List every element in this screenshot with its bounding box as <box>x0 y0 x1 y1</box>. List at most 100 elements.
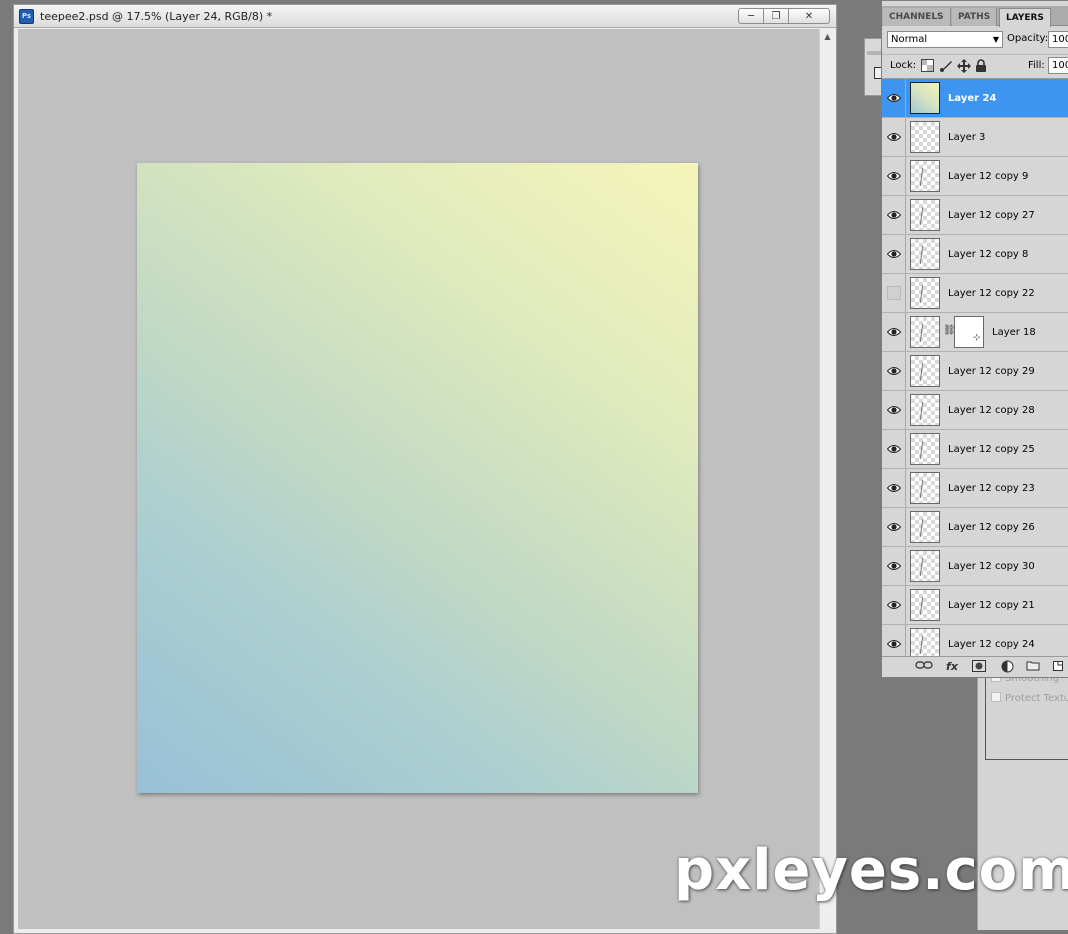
panel-grip[interactable] <box>867 51 881 55</box>
layer-thumbnail[interactable] <box>910 160 940 192</box>
eye-icon <box>887 445 901 453</box>
fill-label: Fill: <box>1028 60 1045 71</box>
layer-row[interactable]: Layer 12 copy 30 <box>882 547 1068 586</box>
visibility-toggle[interactable] <box>882 274 906 312</box>
layer-row[interactable]: ⛓ ⊹ Layer 18 <box>882 313 1068 352</box>
layer-row[interactable]: Layer 12 copy 8 <box>882 235 1068 274</box>
visibility-toggle[interactable] <box>882 196 906 234</box>
layer-row[interactable]: Layer 12 copy 25 <box>882 430 1068 469</box>
visibility-toggle[interactable] <box>882 313 906 351</box>
maximize-button[interactable]: ❐ <box>763 8 789 24</box>
thumbnail-stroke <box>919 207 924 225</box>
close-button[interactable]: ✕ <box>788 8 830 24</box>
layer-row[interactable]: Layer 12 copy 22 <box>882 274 1068 313</box>
visibility-toggle[interactable] <box>882 469 906 507</box>
layer-row[interactable]: Layer 24 <box>882 79 1068 118</box>
layer-row[interactable]: Layer 12 copy 28 <box>882 391 1068 430</box>
document-canvas[interactable] <box>137 163 698 793</box>
layer-thumbnail[interactable] <box>910 238 940 270</box>
visibility-toggle[interactable] <box>882 157 906 195</box>
eye-icon <box>887 484 901 492</box>
document-window[interactable]: Ps teepee2.psd @ 17.5% (Layer 24, RGB/8)… <box>13 4 837 934</box>
layer-name[interactable]: Layer 12 copy 8 <box>948 249 1028 260</box>
lock-transparency-icon[interactable] <box>921 59 935 73</box>
canvas-workspace[interactable] <box>18 29 819 929</box>
layer-name[interactable]: Layer 24 <box>948 93 996 104</box>
opacity-label: Opacity: <box>1007 33 1049 44</box>
visibility-toggle[interactable] <box>882 352 906 390</box>
tab-channels[interactable]: CHANNELS <box>883 8 951 26</box>
layer-name[interactable]: Layer 12 copy 21 <box>948 600 1035 611</box>
scroll-up-arrow-icon[interactable]: ▲ <box>820 32 835 42</box>
layer-row[interactable]: Layer 12 copy 23 <box>882 469 1068 508</box>
visibility-toggle[interactable] <box>882 118 906 156</box>
layer-list[interactable]: Layer 24 Layer 3 Layer 12 copy 9 Layer 12 c… <box>882 78 1068 656</box>
layer-thumbnail[interactable] <box>910 550 940 582</box>
layers-panel-footer: fx <box>882 656 1068 677</box>
tab-paths[interactable]: PATHS <box>952 8 998 26</box>
visibility-toggle[interactable] <box>882 547 906 585</box>
layer-row[interactable]: Layer 3 <box>882 118 1068 157</box>
new-group-folder-icon[interactable] <box>1025 660 1041 674</box>
layer-name[interactable]: Layer 12 copy 9 <box>948 171 1028 182</box>
layer-name[interactable]: Layer 12 copy 24 <box>948 639 1035 650</box>
minimize-button[interactable]: ─ <box>738 8 764 24</box>
layer-thumbnail[interactable] <box>910 628 940 656</box>
new-layer-icon[interactable] <box>1050 660 1066 674</box>
layer-row[interactable]: Layer 12 copy 27 <box>882 196 1068 235</box>
layer-row[interactable]: Layer 12 copy 9 <box>882 157 1068 196</box>
layer-name[interactable]: Layer 18 <box>992 327 1036 338</box>
layer-thumbnail[interactable] <box>910 316 940 348</box>
layers-panel: CHANNELS PATHS LAYERS Normal ▼ Opacity: … <box>881 0 1068 678</box>
protect-texture-checkbox[interactable] <box>991 692 1001 702</box>
visibility-toggle[interactable] <box>882 625 906 656</box>
layer-mask-thumbnail[interactable]: ⊹ <box>954 316 984 348</box>
visibility-toggle[interactable] <box>882 586 906 624</box>
layer-thumbnail[interactable] <box>910 121 940 153</box>
fill-input[interactable]: 100 <box>1048 57 1068 74</box>
lock-position-icon[interactable] <box>957 59 971 73</box>
visibility-toggle[interactable] <box>882 391 906 429</box>
link-layers-icon[interactable] <box>915 660 933 674</box>
layer-row[interactable]: Layer 12 copy 21 <box>882 586 1068 625</box>
layer-thumbnail[interactable] <box>910 199 940 231</box>
layer-row[interactable]: Layer 12 copy 26 <box>882 508 1068 547</box>
layer-thumbnail[interactable] <box>910 82 940 114</box>
lock-all-icon[interactable] <box>975 59 989 73</box>
hidden-layer-box[interactable] <box>887 286 901 300</box>
layer-name[interactable]: Layer 12 copy 25 <box>948 444 1035 455</box>
document-titlebar[interactable]: Ps teepee2.psd @ 17.5% (Layer 24, RGB/8)… <box>14 5 836 28</box>
layer-style-fx-icon[interactable]: fx <box>944 660 960 674</box>
layer-thumbnail[interactable] <box>910 472 940 504</box>
visibility-toggle[interactable] <box>882 508 906 546</box>
eye-icon <box>887 250 901 258</box>
visibility-toggle[interactable] <box>882 235 906 273</box>
layer-thumbnail[interactable] <box>910 589 940 621</box>
layer-name[interactable]: Layer 12 copy 29 <box>948 366 1035 377</box>
opacity-input[interactable]: 100 <box>1048 31 1068 48</box>
layer-name[interactable]: Layer 12 copy 22 <box>948 288 1035 299</box>
tab-layers[interactable]: LAYERS <box>999 8 1051 27</box>
visibility-toggle[interactable] <box>882 430 906 468</box>
layer-name[interactable]: Layer 12 copy 28 <box>948 405 1035 416</box>
layer-thumbnail[interactable] <box>910 277 940 309</box>
add-mask-icon[interactable] <box>971 660 987 674</box>
layer-name[interactable]: Layer 3 <box>948 132 985 143</box>
adjustment-layer-icon[interactable] <box>999 660 1015 674</box>
blend-mode-select[interactable]: Normal ▼ <box>887 31 1003 48</box>
layer-thumbnail[interactable] <box>910 355 940 387</box>
eye-icon <box>887 172 901 180</box>
layer-name[interactable]: Layer 12 copy 26 <box>948 522 1035 533</box>
vertical-scrollbar[interactable]: ▲ <box>819 29 835 929</box>
layer-name[interactable]: Layer 12 copy 30 <box>948 561 1035 572</box>
layer-thumbnail[interactable] <box>910 433 940 465</box>
layer-name[interactable]: Layer 12 copy 23 <box>948 483 1035 494</box>
protect-texture-option[interactable]: Protect Texture <box>991 692 1068 704</box>
layer-name[interactable]: Layer 12 copy 27 <box>948 210 1035 221</box>
layer-row[interactable]: Layer 12 copy 29 <box>882 352 1068 391</box>
layer-row[interactable]: Layer 12 copy 24 <box>882 625 1068 656</box>
visibility-toggle[interactable] <box>882 79 906 117</box>
layer-thumbnail[interactable] <box>910 511 940 543</box>
lock-image-pixels-icon[interactable] <box>939 59 953 73</box>
layer-thumbnail[interactable] <box>910 394 940 426</box>
